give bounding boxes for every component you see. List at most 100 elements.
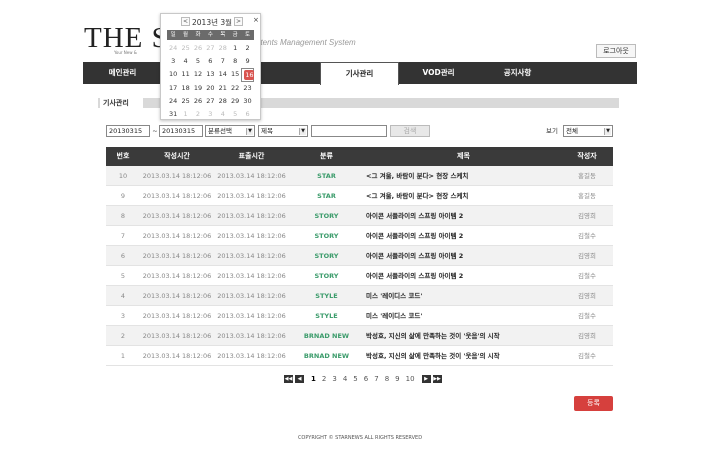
row-title[interactable]: 아이콘 서플라이의 스프링 아이템 2 — [364, 226, 561, 245]
calendar-day[interactable]: 5 — [229, 108, 241, 121]
table-row[interactable]: 6 2013.03.14 18:12:06 2013.03.14 18:12:06 S… — [106, 246, 613, 266]
search-button[interactable]: 검색 — [390, 125, 430, 137]
header-created[interactable]: 작성시간 — [140, 147, 214, 166]
calendar-day[interactable]: 28 — [217, 95, 229, 108]
nav-item-vod[interactable]: VOD관리 — [399, 62, 478, 84]
search-input[interactable] — [311, 125, 387, 137]
calendar-day[interactable]: 15 — [229, 68, 241, 81]
page-number-link[interactable]: 10 — [406, 375, 415, 383]
row-title[interactable]: <그 겨울, 바람이 분다> 현장 스케치 — [364, 166, 561, 185]
first-page-button[interactable]: ◀◀ — [284, 374, 293, 383]
calendar-day[interactable]: 3 — [167, 55, 179, 68]
nav-item-main[interactable]: 메인관리 — [83, 62, 162, 84]
date-from-input[interactable]: 20130315 — [106, 125, 150, 137]
header-shown[interactable]: 표출시간 — [214, 147, 289, 166]
nav-item-articles[interactable]: 기사관리 — [320, 62, 399, 85]
calendar-day[interactable]: 6 — [241, 108, 253, 121]
logout-button[interactable]: 로그아웃 — [596, 44, 636, 58]
table-row[interactable]: 3 2013.03.14 18:12:06 2013.03.14 18:12:06 S… — [106, 306, 613, 326]
calendar-day[interactable]: 9 — [241, 55, 253, 68]
calendar-day[interactable]: 30 — [241, 95, 253, 108]
page-number-link[interactable]: 2 — [322, 375, 326, 383]
calendar-day[interactable]: 13 — [204, 68, 216, 81]
calendar-day[interactable]: 20 — [204, 82, 216, 95]
calendar-day[interactable]: 10 — [167, 68, 179, 81]
calendar-day[interactable]: 27 — [204, 95, 216, 108]
row-title[interactable]: 미스 '레이디스 코드' — [364, 286, 561, 305]
nav-item-7[interactable] — [557, 62, 636, 84]
row-shown-time-text: 2013.03.14 18:12:06 — [217, 312, 286, 320]
row-title[interactable]: 아이콘 서플라이의 스프링 아이템 2 — [364, 246, 561, 265]
calendar-day[interactable]: 23 — [241, 82, 253, 95]
calendar-day[interactable]: 22 — [229, 82, 241, 95]
page-number-link[interactable]: 7 — [374, 375, 378, 383]
row-title[interactable]: 미스 '레이디스 코드' — [364, 306, 561, 325]
row-title[interactable]: 아이콘 서플라이의 스프링 아이템 2 — [364, 206, 561, 225]
calendar-day[interactable]: 5 — [192, 55, 204, 68]
field-select[interactable]: 제목 ▼ — [258, 125, 308, 137]
table-row[interactable]: 1 2013.03.14 18:12:06 2013.03.14 18:12:06 B… — [106, 346, 613, 366]
row-title[interactable]: 아이콘 서플라이의 스프링 아이템 2 — [364, 266, 561, 285]
prev-page-button[interactable]: ◀ — [295, 374, 304, 383]
date-to-input[interactable]: 20130315 — [159, 125, 203, 137]
prev-month-button[interactable]: < — [181, 17, 190, 26]
calendar-day[interactable]: 1 — [229, 42, 241, 55]
nav-item-notice[interactable]: 공지사항 — [478, 62, 557, 84]
close-icon[interactable]: × — [253, 16, 259, 24]
calendar-day[interactable]: 17 — [167, 82, 179, 95]
calendar-day[interactable]: 14 — [217, 68, 229, 81]
calendar-day[interactable]: 8 — [229, 55, 241, 68]
next-page-button[interactable]: ▶ — [421, 374, 431, 383]
calendar-day[interactable]: 24 — [167, 95, 179, 108]
table-row[interactable]: 9 2013.03.14 18:12:06 2013.03.14 18:12:06 S… — [106, 186, 613, 206]
calendar-day[interactable]: 2 — [241, 42, 253, 55]
category-select[interactable]: 분류선택 ▼ — [205, 125, 255, 137]
calendar-day[interactable]: 25 — [179, 42, 191, 55]
calendar-day[interactable]: 2 — [192, 108, 204, 121]
calendar-day[interactable]: 12 — [192, 68, 204, 81]
calendar-day[interactable]: 28 — [217, 42, 229, 55]
calendar-day[interactable]: 26 — [192, 95, 204, 108]
calendar-day[interactable]: 11 — [179, 68, 191, 81]
calendar-day[interactable]: 3 — [204, 108, 216, 121]
row-title[interactable]: 박성호, 지신의 삶에 만족하는 것이 '웃음'의 시작 — [364, 326, 561, 345]
last-page-button[interactable]: ▶▶ — [432, 374, 442, 383]
calendar-day-selected[interactable]: 16 — [241, 68, 255, 82]
table-row[interactable]: 4 2013.03.14 18:12:06 2013.03.14 18:12:06 S… — [106, 286, 613, 306]
header-author[interactable]: 작성자 — [561, 147, 613, 166]
table-row[interactable]: 8 2013.03.14 18:12:06 2013.03.14 18:12:06 S… — [106, 206, 613, 226]
page-number-link[interactable]: 6 — [364, 375, 368, 383]
register-button[interactable]: 등록 — [574, 396, 613, 411]
page-number-link[interactable]: 3 — [332, 375, 336, 383]
table-row[interactable]: 10 2013.03.14 18:12:06 2013.03.14 18:12:06… — [106, 166, 613, 186]
page-number-link[interactable]: 1 — [311, 375, 316, 383]
calendar-day[interactable]: 31 — [167, 108, 179, 121]
calendar-day[interactable]: 21 — [217, 82, 229, 95]
page-number-link[interactable]: 9 — [395, 375, 399, 383]
calendar-day[interactable]: 4 — [217, 108, 229, 121]
page-number-link[interactable]: 4 — [343, 375, 347, 383]
header-no[interactable]: 번호 — [106, 147, 140, 166]
table-row[interactable]: 2 2013.03.14 18:12:06 2013.03.14 18:12:06 B… — [106, 326, 613, 346]
calendar-day[interactable]: 25 — [179, 95, 191, 108]
row-title[interactable]: <그 겨울, 바람이 분다> 현장 스케치 — [364, 186, 561, 205]
calendar-day[interactable]: 19 — [192, 82, 204, 95]
calendar-day[interactable]: 18 — [179, 82, 191, 95]
calendar-day[interactable]: 27 — [204, 42, 216, 55]
calendar-day[interactable]: 26 — [192, 42, 204, 55]
calendar-day[interactable]: 29 — [229, 95, 241, 108]
calendar-day[interactable]: 4 — [179, 55, 191, 68]
calendar-day[interactable]: 24 — [167, 42, 179, 55]
next-month-button[interactable]: > — [234, 17, 243, 26]
page-number-link[interactable]: 5 — [353, 375, 357, 383]
table-row[interactable]: 5 2013.03.14 18:12:06 2013.03.14 18:12:06 S… — [106, 266, 613, 286]
view-select[interactable]: 전체 ▼ — [563, 125, 613, 137]
header-category[interactable]: 분류 — [289, 147, 364, 166]
page-number-link[interactable]: 8 — [385, 375, 389, 383]
calendar-day[interactable]: 6 — [204, 55, 216, 68]
header-title[interactable]: 제목 — [364, 147, 561, 166]
calendar-day[interactable]: 1 — [179, 108, 191, 121]
calendar-day[interactable]: 7 — [217, 55, 229, 68]
table-row[interactable]: 7 2013.03.14 18:12:06 2013.03.14 18:12:06 S… — [106, 226, 613, 246]
row-title[interactable]: 박성호, 지신의 삶에 만족하는 것이 '웃음'의 시작 — [364, 346, 561, 365]
